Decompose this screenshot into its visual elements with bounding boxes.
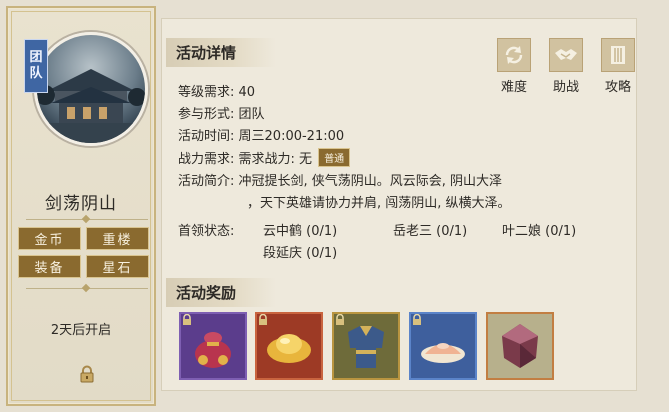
reward-item[interactable]	[409, 312, 477, 380]
time-value: 周三20:00-21:00	[238, 129, 345, 144]
tag-gold-coin[interactable]: 金币	[18, 227, 81, 250]
assist-button[interactable]: 助战	[546, 38, 586, 95]
handshake-icon	[549, 38, 583, 72]
boss-item: 叶二娘 (0/1)	[502, 224, 577, 239]
reward-item[interactable]	[486, 312, 554, 380]
boss-item: 云中鹤 (0/1)	[263, 224, 338, 239]
intro-continuation: ，天下英雄请协力并肩, 闯荡阴山, 纵横大泽。	[247, 192, 511, 211]
intro-line-2: ，天下英雄请协力并肩, 闯荡阴山, 纵横大泽。	[247, 196, 511, 211]
power-label: 战力需求:	[178, 152, 235, 167]
difficulty-button[interactable]: 难度	[494, 38, 534, 95]
boss-item: 段延庆 (0/1)	[263, 246, 338, 261]
tag-star-stone[interactable]: 星石	[86, 255, 149, 278]
difficulty-badge: 普通	[318, 148, 351, 167]
tag-chonglou[interactable]: 重楼	[86, 227, 149, 250]
lock-icon	[413, 314, 421, 325]
difficulty-label: 难度	[500, 80, 527, 95]
reward-item[interactable]	[332, 312, 400, 380]
team-tag: 团 队	[24, 39, 48, 93]
lock-icon	[259, 314, 267, 325]
activity-detail-panel: 活动详情 等级需求: 40 参与形式: 团队 活动时间: 周三20:00-21:…	[161, 18, 637, 391]
activity-portrait	[34, 32, 148, 146]
book-icon	[601, 38, 635, 72]
gem-stone-icon	[502, 324, 538, 368]
boss-item: 岳老三 (0/1)	[393, 224, 468, 239]
participation-value: 团队	[238, 107, 265, 122]
lock-icon	[183, 314, 191, 325]
time-label: 活动时间:	[178, 129, 235, 144]
power-value: 需求战力: 无	[238, 152, 313, 167]
participation-label: 参与形式:	[178, 107, 235, 122]
participation-row: 参与形式: 团队	[178, 103, 265, 122]
lock-icon	[336, 314, 344, 325]
reward-item[interactable]	[255, 312, 323, 380]
reward-item[interactable]	[179, 312, 247, 380]
level-label: 等级需求:	[178, 85, 235, 100]
intro-row: 活动简介: 冲冠提长剑, 侠气荡阴山。风云际会, 阴山大泽	[178, 170, 502, 189]
ornament-divider	[26, 288, 148, 289]
refresh-icon	[497, 38, 531, 72]
intro-line-1: 冲冠提长剑, 侠气荡阴山。风云际会, 阴山大泽	[238, 174, 503, 189]
guide-button[interactable]: 攻略	[598, 38, 638, 95]
details-section-title: 活动详情	[166, 38, 277, 67]
level-requirement-row: 等级需求: 40	[178, 81, 255, 100]
ornament-divider	[26, 219, 148, 220]
assist-label: 助战	[552, 80, 579, 95]
boss-status-row: 首领状态:	[178, 220, 234, 239]
boss-label: 首领状态:	[178, 224, 235, 239]
guide-label: 攻略	[604, 80, 631, 95]
activity-time-row: 活动时间: 周三20:00-21:00	[178, 125, 344, 144]
intro-label: 活动简介:	[178, 174, 235, 189]
level-value: 40	[238, 85, 256, 100]
activity-name: 剑荡阴山	[45, 194, 117, 214]
rewards-section-title: 活动奖励	[166, 278, 277, 307]
power-requirement-row: 战力需求: 需求战力: 无 普通	[178, 148, 351, 167]
lock-icon	[80, 365, 94, 383]
open-countdown: 2天后开启	[50, 323, 112, 338]
tag-equipment[interactable]: 装备	[18, 255, 81, 278]
activity-card-panel: 团 队 剑荡阴山 金币 重楼 装备 星石 2天后开启	[6, 6, 156, 406]
